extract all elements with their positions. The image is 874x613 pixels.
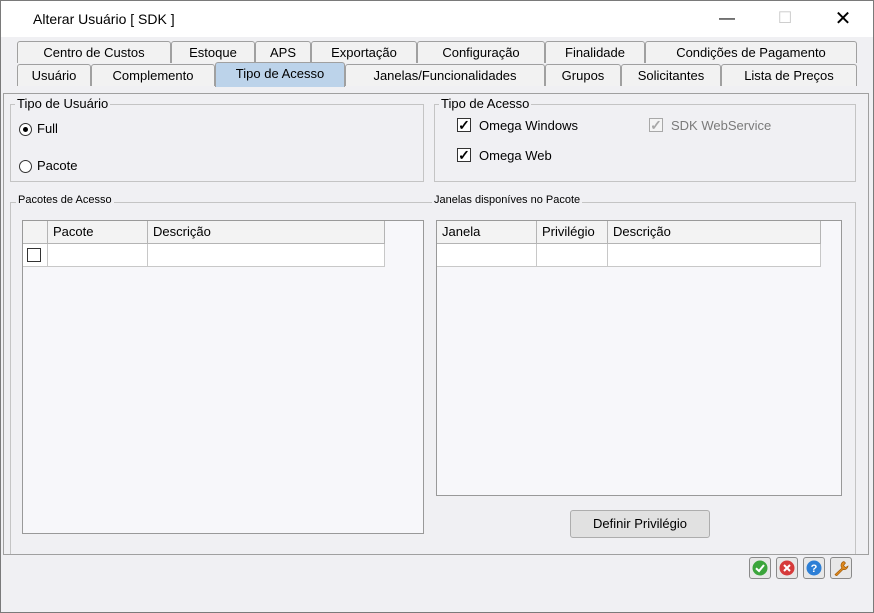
tipo-usuario-group: Tipo de Usuário Full Pacote bbox=[10, 96, 424, 182]
janelas-col-privilegio[interactable]: Privilégio bbox=[537, 221, 608, 244]
svg-text:?: ? bbox=[811, 563, 818, 575]
pacote-row-checkbox[interactable] bbox=[27, 248, 41, 262]
pacotes-row-descricao-cell[interactable] bbox=[148, 244, 385, 267]
window-title: Alterar Usuário [ SDK ] bbox=[33, 11, 175, 27]
close-icon bbox=[779, 560, 795, 576]
ok-button[interactable] bbox=[749, 557, 771, 579]
sdk-webservice-label: SDK WebService bbox=[671, 118, 772, 133]
dialog-client: Centro de Custos Estoque APS Exportação … bbox=[1, 37, 873, 612]
tab-estoque[interactable]: Estoque bbox=[171, 41, 255, 63]
radio-pacote[interactable] bbox=[19, 160, 32, 173]
tab-exportacao[interactable]: Exportação bbox=[311, 41, 417, 63]
tools-button[interactable] bbox=[830, 557, 852, 579]
pacotes-col-check[interactable] bbox=[23, 221, 48, 244]
janelas-col-janela[interactable]: Janela bbox=[437, 221, 537, 244]
tab-grupos[interactable]: Grupos bbox=[545, 64, 621, 86]
tab-tipo-de-acesso[interactable]: Tipo de Acesso bbox=[215, 62, 345, 87]
tab-complemento[interactable]: Complemento bbox=[91, 64, 215, 86]
janelas-title: Janelas disponíves no Pacote bbox=[432, 194, 583, 206]
sdk-webservice-checkbox[interactable]: ✓ bbox=[649, 118, 663, 132]
tab-aps[interactable]: APS bbox=[255, 41, 311, 63]
janelas-col-descricao[interactable]: Descrição bbox=[608, 221, 821, 244]
omega-web-checkbox[interactable]: ✓ bbox=[457, 148, 471, 162]
janelas-row-privilegio-cell[interactable] bbox=[537, 244, 608, 267]
tab-lista-de-precos[interactable]: Lista de Preços bbox=[721, 64, 857, 86]
close-window-button[interactable]: ✕ bbox=[823, 7, 863, 31]
tipo-acesso-title: Tipo de Acesso bbox=[439, 96, 532, 111]
tab-janelas-funcionalidades[interactable]: Janelas/Funcionalidades bbox=[345, 64, 545, 86]
janelas-grid[interactable]: Janela Privilégio Descrição bbox=[436, 220, 842, 496]
tab-condicoes-de-pagamento[interactable]: Condições de Pagamento bbox=[645, 41, 857, 63]
omega-web-label: Omega Web bbox=[479, 148, 552, 163]
pacotes-title: Pacotes de Acesso bbox=[16, 194, 114, 206]
check-icon bbox=[752, 560, 768, 576]
minimize-button[interactable]: — bbox=[707, 7, 747, 31]
pacotes-row-check-cell[interactable] bbox=[23, 244, 48, 267]
tab-solicitantes[interactable]: Solicitantes bbox=[621, 64, 721, 86]
janelas-row-descricao-cell[interactable] bbox=[608, 244, 821, 267]
omega-windows-checkbox[interactable]: ✓ bbox=[457, 118, 471, 132]
radio-pacote-label: Pacote bbox=[37, 158, 78, 173]
omega-windows-label: Omega Windows bbox=[479, 118, 578, 133]
help-icon: ? bbox=[806, 560, 822, 576]
tab-usuario[interactable]: Usuário bbox=[17, 64, 91, 86]
tab-finalidade[interactable]: Finalidade bbox=[545, 41, 645, 63]
wrench-icon bbox=[834, 561, 849, 576]
dialog-window: Alterar Usuário [ SDK ] — ☐ ✕ Centro de … bbox=[0, 0, 874, 613]
radio-full[interactable] bbox=[19, 123, 32, 136]
pacotes-col-descricao[interactable]: Descrição bbox=[148, 221, 385, 244]
tab-centro-de-custos[interactable]: Centro de Custos bbox=[17, 41, 171, 63]
cancel-button[interactable] bbox=[776, 557, 798, 579]
title-bar: Alterar Usuário [ SDK ] — ☐ ✕ bbox=[1, 1, 873, 37]
tipo-usuario-title: Tipo de Usuário bbox=[15, 96, 111, 111]
pacotes-grid[interactable]: Pacote Descrição bbox=[22, 220, 424, 534]
help-button[interactable]: ? bbox=[803, 557, 825, 579]
radio-full-label: Full bbox=[37, 121, 58, 136]
janelas-row-janela-cell[interactable] bbox=[437, 244, 537, 267]
tab-configuracao[interactable]: Configuração bbox=[417, 41, 545, 63]
tab-page-tipo-de-acesso: Tipo de Usuário Full Pacote Tipo de Aces… bbox=[3, 93, 869, 555]
maximize-button[interactable]: ☐ bbox=[765, 7, 805, 31]
tipo-acesso-group: Tipo de Acesso ✓ Omega Windows ✓ Omega W… bbox=[434, 96, 856, 182]
pacotes-col-pacote[interactable]: Pacote bbox=[48, 221, 148, 244]
definir-privilegio-button[interactable]: Definir Privilégio bbox=[570, 510, 710, 538]
pacotes-row-pacote-cell[interactable] bbox=[48, 244, 148, 267]
